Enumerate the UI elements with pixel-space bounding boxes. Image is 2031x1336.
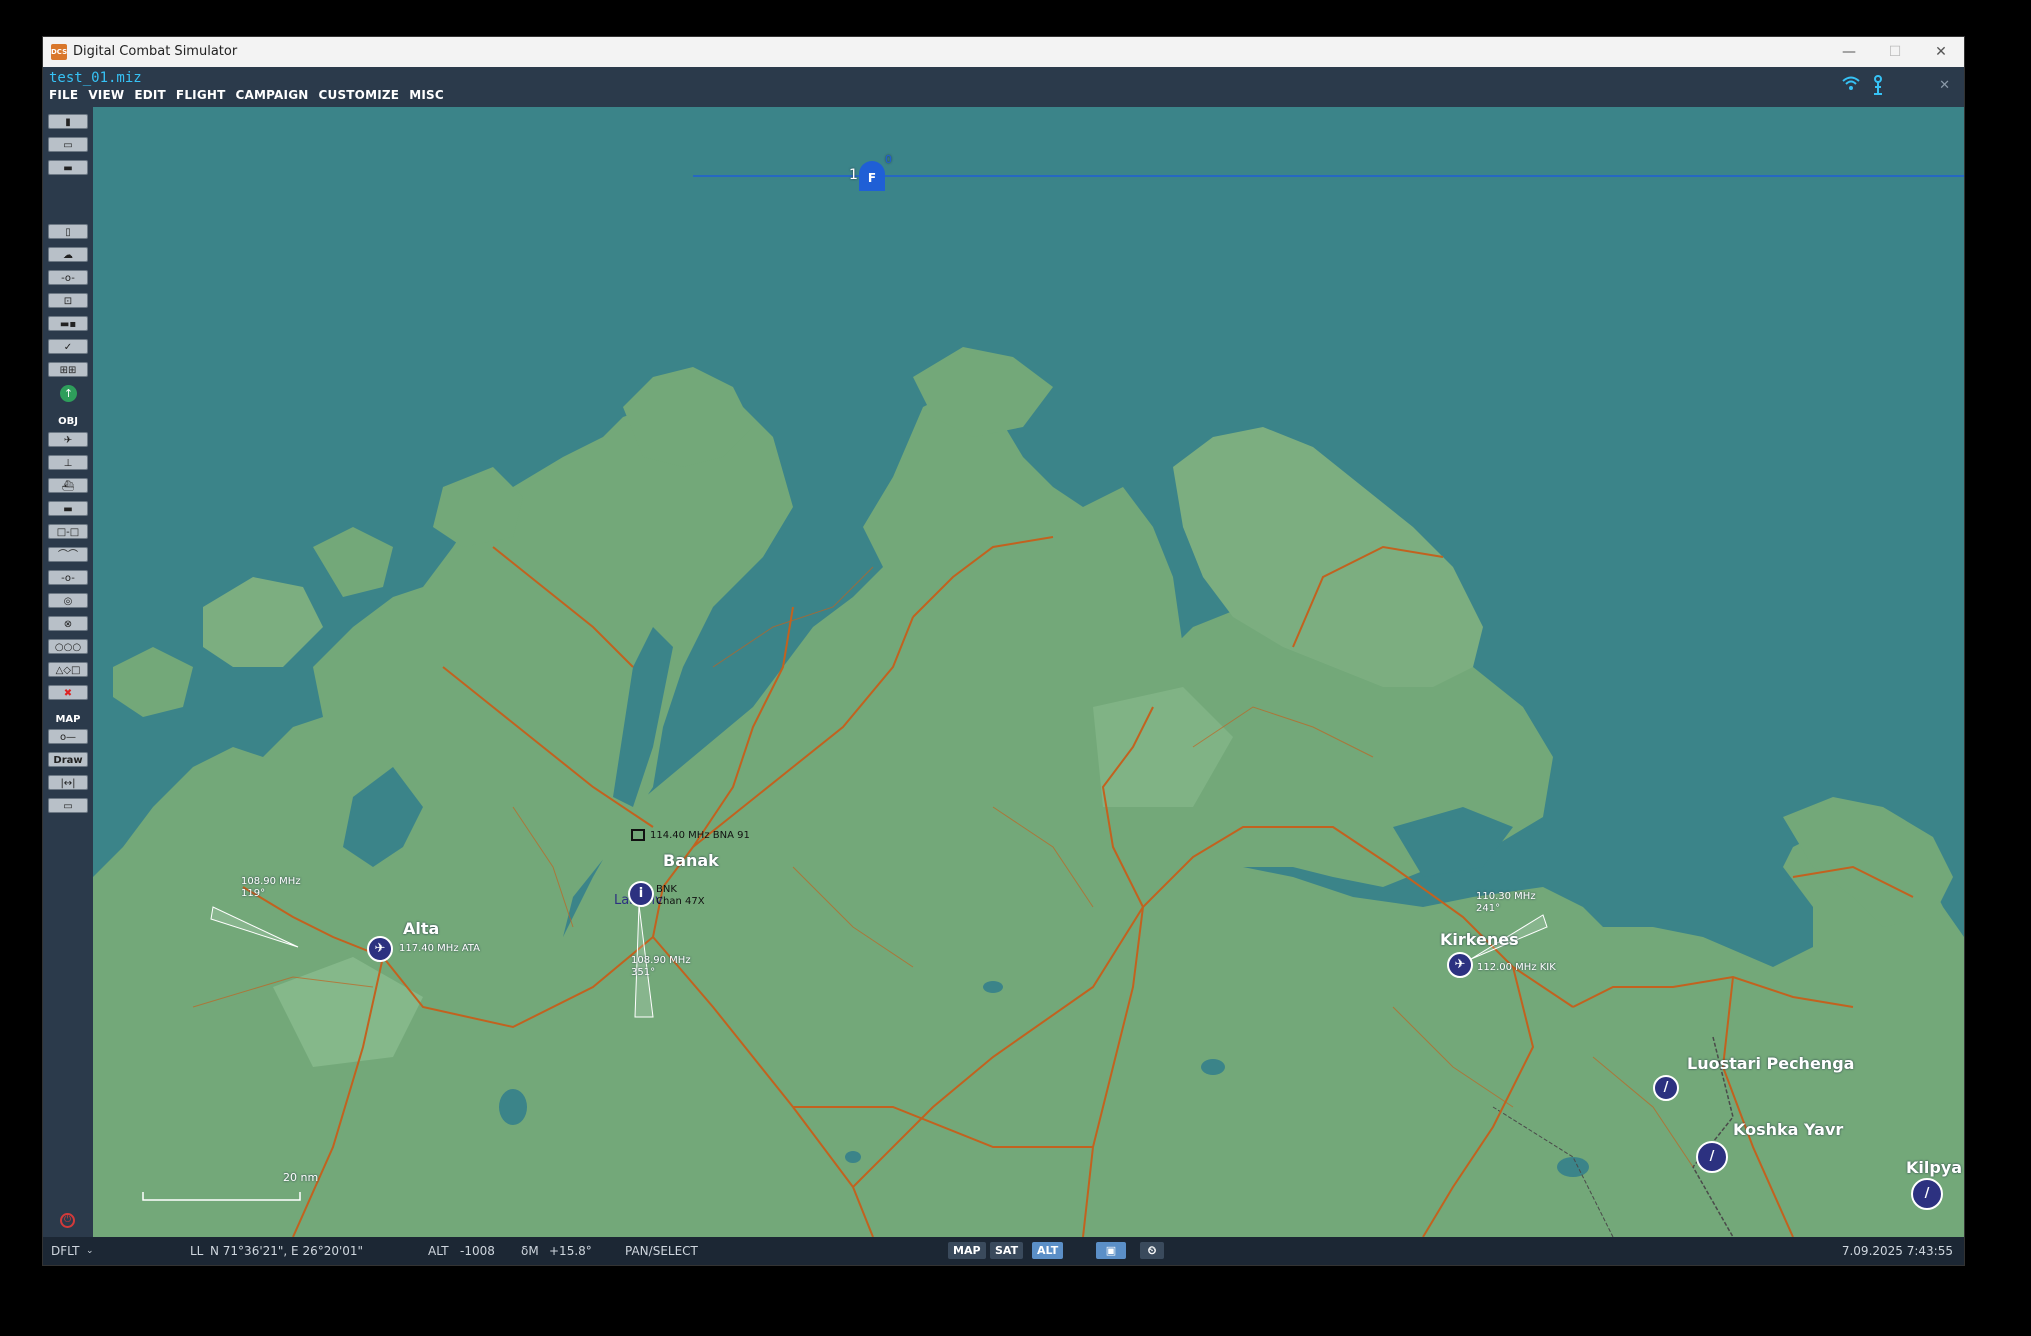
menu-bar: FILE VIEW EDIT FLIGHT CAMPAIGN CUSTOMIZE… xyxy=(49,88,454,102)
exit-icon[interactable]: ⏻ xyxy=(60,1213,75,1228)
close-editor-button[interactable]: ✕ xyxy=(1939,78,1950,93)
menu-view[interactable]: VIEW xyxy=(88,88,124,102)
flight-group-number: 1 xyxy=(849,167,858,183)
flight-waypoint-number: 0 xyxy=(885,153,892,166)
map-mode-sat-button[interactable]: SAT xyxy=(990,1242,1024,1259)
status-bar: DFLT ⌄ LL N 71°36'21", E 26°20'01" ALT -… xyxy=(43,1237,1964,1265)
ruler-icon[interactable]: |↔| xyxy=(48,775,88,790)
kirkenes-vor-freq: 112.00 MHz KIK xyxy=(1477,962,1556,973)
city-alta: Alta xyxy=(403,919,440,938)
city-kirkenes: Kirkenes xyxy=(1440,930,1519,949)
window-title: Digital Combat Simulator xyxy=(73,44,238,59)
menu-file[interactable]: FILE xyxy=(49,88,78,102)
title-bar: DCS Digital Combat Simulator — ☐ ✕ xyxy=(43,37,1964,67)
kirkenes-ils-freq: 110.30 MHz xyxy=(1476,891,1536,902)
add-target-icon[interactable]: ◎ xyxy=(48,593,88,608)
weather-icon[interactable]: ☁ xyxy=(48,247,88,262)
city-koshka-yavr: Koshka Yavr xyxy=(1733,1120,1844,1139)
trigger-zone-icon[interactable]: ⊡ xyxy=(48,293,88,308)
banak-vor-freq: 114.40 MHz BNA 91 xyxy=(650,830,750,841)
mag-var-label: δM xyxy=(521,1244,539,1258)
alta-airfield-icon[interactable]: ✈ xyxy=(367,936,393,962)
add-group-icon[interactable]: ○○○ xyxy=(48,639,88,654)
briefing-icon[interactable]: ▯ xyxy=(48,224,88,239)
add-static-icon[interactable]: □-□ xyxy=(48,524,88,539)
kilpya-airfield-icon[interactable]: / xyxy=(1911,1178,1943,1210)
add-zone-icon[interactable]: ⌒⌒ xyxy=(48,547,88,562)
city-banak: Banak xyxy=(663,851,719,870)
menu-edit[interactable]: EDIT xyxy=(134,88,166,102)
save-mission-icon[interactable]: ▬ xyxy=(48,160,88,175)
editor-header: test_01.miz FILE VIEW EDIT FLIGHT CAMPAI… xyxy=(43,67,1964,107)
add-airplane-icon[interactable]: ✈ xyxy=(48,432,88,447)
layers-icon[interactable]: ▣ xyxy=(1096,1242,1126,1259)
left-toolbar: ▮ ▭ ▬ ▯ ☁ -o- ⊡ ▬▪ ✓ ⊞⊞ ↑ OBJ ✈ ⊥ ⛴ ▬ □-… xyxy=(43,107,93,1237)
mission-filename: test_01.miz xyxy=(49,70,142,86)
kirkenes-ils-heading: 241° xyxy=(1476,903,1501,914)
menu-flight[interactable]: FLIGHT xyxy=(176,88,226,102)
city-kilpya: Kilpya xyxy=(1906,1158,1963,1177)
alt-value: -1008 xyxy=(460,1244,495,1258)
koshka-airfield-icon[interactable]: / xyxy=(1696,1141,1728,1173)
menu-customize[interactable]: CUSTOMIZE xyxy=(319,88,400,102)
minimize-button[interactable]: — xyxy=(1826,39,1872,65)
cursor-coordinates: N 71°36'21", E 26°20'01" xyxy=(210,1244,364,1258)
map-mode-map-button[interactable]: MAP xyxy=(948,1242,986,1259)
draw-button[interactable]: Draw xyxy=(48,752,88,767)
alta-vor-freq: 117.40 MHz ATA xyxy=(399,943,480,954)
city-luostari: Luostari Pechenga xyxy=(1687,1054,1855,1073)
trigger-rules-icon[interactable]: ▬▪ xyxy=(48,316,88,331)
triggers-icon[interactable]: -o- xyxy=(48,270,88,285)
mag-var-value: +15.8° xyxy=(549,1244,592,1258)
kirkenes-airfield-icon[interactable]: ✈ xyxy=(1447,952,1473,978)
map-section-label: MAP xyxy=(55,714,81,725)
map-terrain xyxy=(93,175,1964,1237)
map-options-icon[interactable]: o— xyxy=(48,729,88,744)
editor-mode: PAN/SELECT xyxy=(625,1244,698,1258)
delete-icon[interactable]: ✖ xyxy=(48,685,88,700)
app-window: DCS Digital Combat Simulator — ☐ ✕ test_… xyxy=(43,37,1964,1265)
banak-ils-heading: 351° xyxy=(631,967,656,978)
map-scale-label: 20 nm xyxy=(283,1171,319,1184)
templates-icon[interactable]: ⊞⊞ xyxy=(48,362,88,377)
app-logo-icon: DCS xyxy=(51,44,67,60)
clock-icon[interactable]: ⏲ xyxy=(1140,1242,1164,1259)
luostari-airfield-icon[interactable]: / xyxy=(1653,1075,1679,1101)
add-ship-icon[interactable]: ⛴ xyxy=(48,478,88,493)
menu-campaign[interactable]: CAMPAIGN xyxy=(236,88,309,102)
map-mode-alt-button[interactable]: ALT xyxy=(1032,1242,1064,1259)
network-icon[interactable] xyxy=(1842,75,1860,95)
obj-section-label: OBJ xyxy=(58,416,78,427)
coord-mode-label[interactable]: LL xyxy=(190,1244,203,1258)
add-helicopter-icon[interactable]: ⊥ xyxy=(48,455,88,470)
alta-ils-heading: 119° xyxy=(241,888,266,899)
new-mission-icon[interactable]: ▮ xyxy=(48,114,88,129)
flight-group-marker[interactable]: F xyxy=(859,161,885,191)
banak-airfield-icon[interactable]: i xyxy=(628,881,654,907)
maximize-button[interactable]: ☐ xyxy=(1872,39,1918,65)
add-waypoint-icon[interactable]: -o- xyxy=(48,570,88,585)
add-shapes-icon[interactable]: △◇□ xyxy=(48,662,88,677)
multiplayer-icon[interactable] xyxy=(1872,75,1884,99)
close-window-button[interactable]: ✕ xyxy=(1918,39,1964,65)
alt-label: ALT xyxy=(428,1244,449,1258)
profile-select[interactable]: DFLT xyxy=(51,1244,80,1258)
rectangle-select-icon[interactable]: ▭ xyxy=(48,798,88,813)
chevron-down-icon[interactable]: ⌄ xyxy=(86,1246,94,1256)
banak-ils-freq: 108.90 MHz xyxy=(631,955,691,966)
add-vehicle-icon[interactable]: ▬ xyxy=(48,501,88,516)
alta-ils-freq: 108.90 MHz xyxy=(241,876,301,887)
banak-vor-icon[interactable] xyxy=(631,829,645,841)
banak-tacan: Chan 47X xyxy=(656,896,705,907)
add-nav-target-icon[interactable]: ⊗ xyxy=(48,616,88,631)
open-mission-icon[interactable]: ▭ xyxy=(48,137,88,152)
menu-misc[interactable]: MISC xyxy=(409,88,444,102)
check-mission-icon[interactable]: ✓ xyxy=(48,339,88,354)
banak-ndb: BNK xyxy=(656,884,677,895)
fly-mission-icon[interactable]: ↑ xyxy=(60,385,77,402)
date-time: 7.09.2025 7:43:55 xyxy=(1841,1244,1953,1258)
map-view[interactable]: 1 F 0 108.90 MHz 119° ✈ Alta 117.40 MHz … xyxy=(93,107,1964,1237)
